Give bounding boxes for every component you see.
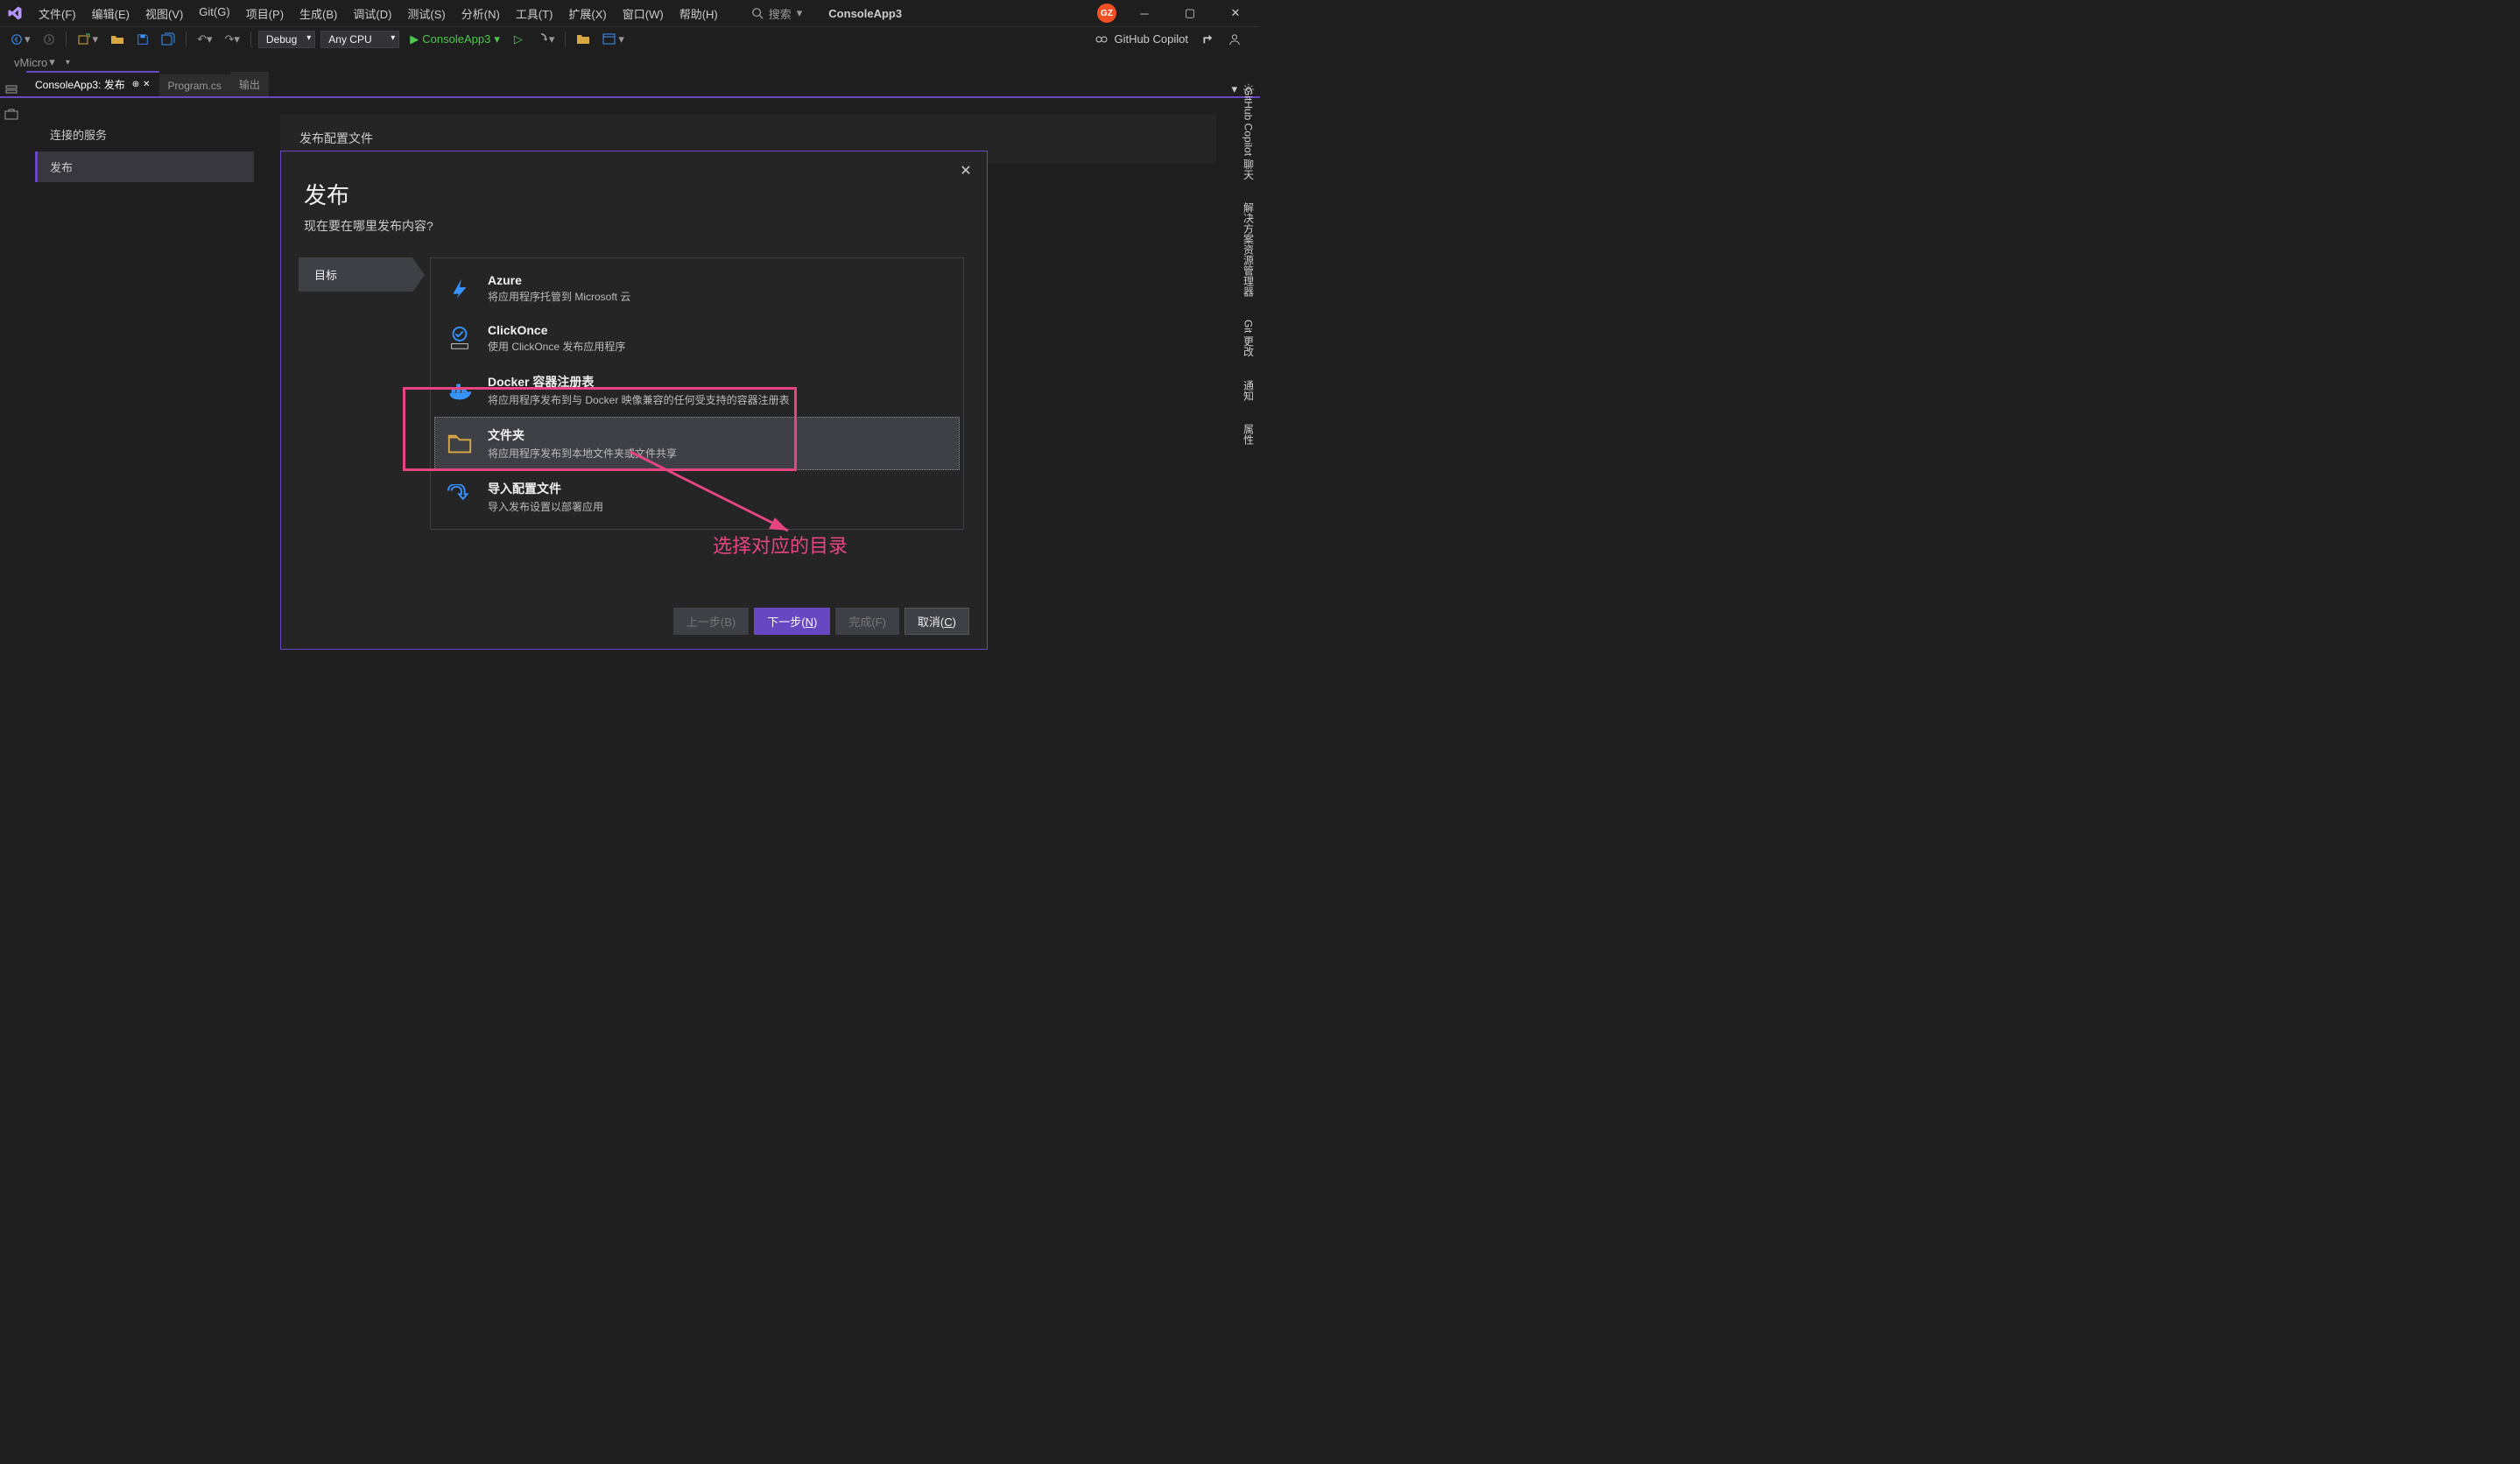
wizard-steps: 目标 — [299, 257, 430, 530]
vtab-copilot-chat[interactable]: GitHub Copilot 聊天 — [1240, 84, 1258, 183]
menu-project[interactable]: 项目(P) — [239, 2, 291, 25]
tab-output[interactable]: 输出 — [230, 72, 269, 96]
dialog-title: 发布 — [304, 178, 964, 210]
undo-button[interactable]: ↶▾ — [194, 31, 215, 48]
new-project-button[interactable]: ▾ — [74, 31, 102, 48]
menu-extensions[interactable]: 扩展(X) — [561, 2, 613, 25]
nav-forward-button[interactable] — [39, 32, 59, 47]
secondary-toolbar: vMicro ▾ ▾ — [0, 51, 1260, 74]
cancel-button[interactable]: 取消(C) — [905, 608, 969, 635]
redo-button[interactable]: ↷▾ — [221, 31, 243, 48]
close-button[interactable]: ✕ — [1218, 1, 1253, 25]
pin-icon[interactable]: ⊕ — [132, 80, 139, 89]
dialog-footer: 上一步(B) 下一步(N) 完成(F) 取消(C) — [673, 608, 969, 635]
left-tool-strip — [0, 75, 23, 121]
target-import[interactable]: 导入配置文件 导入发布设置以部署应用 — [434, 470, 960, 524]
hot-reload-button[interactable]: ▾ — [531, 31, 559, 48]
start-debug-button[interactable]: ▶ ConsoleApp3 ▾ — [405, 31, 505, 48]
menu-test[interactable]: 测试(S) — [400, 2, 452, 25]
menu-help[interactable]: 帮助(H) — [672, 2, 725, 25]
window-layout-button[interactable]: ▾ — [599, 31, 628, 48]
sidebar-publish[interactable]: 发布 — [35, 151, 254, 182]
copilot-button[interactable]: GitHub Copilot — [1095, 32, 1188, 46]
vmicro-menu[interactable]: vMicro ▾ — [11, 53, 59, 71]
publish-dialog: ✕ 发布 现在要在哪里发布内容? 目标 Azure 将应用程序托管到 Micro… — [280, 151, 988, 650]
file-browser-button[interactable] — [573, 31, 594, 48]
target-clickonce[interactable]: ClickOnce 使用 ClickOnce 发布应用程序 — [434, 313, 960, 363]
play-icon: ▶ — [410, 32, 419, 46]
main-content: 连接的服务 发布 发布配置文件 ✕ 发布 现在要在哪里发布内容? 目标 Azur… — [26, 102, 1234, 732]
folder-icon — [446, 430, 474, 458]
dialog-close-button[interactable]: ✕ — [955, 160, 976, 181]
menu-tools[interactable]: 工具(T) — [509, 2, 560, 25]
menu-view[interactable]: 视图(V) — [138, 2, 190, 25]
tab-publish[interactable]: ConsoleApp3: 发布 ⊕✕ — [26, 71, 159, 96]
maximize-button[interactable]: ▢ — [1172, 1, 1207, 25]
menu-git[interactable]: Git(G) — [192, 2, 236, 25]
minimize-button[interactable]: ─ — [1127, 1, 1162, 25]
copilot-icon — [1095, 32, 1109, 46]
nav-back-button[interactable]: ▾ — [7, 31, 34, 48]
close-tab-icon[interactable]: ✕ — [143, 80, 150, 89]
docker-icon — [446, 377, 474, 405]
prev-button: 上一步(B) — [673, 608, 749, 635]
right-tool-strip: GitHub Copilot 聊天 解决方案资源管理器 Git 更改 通知 属性 — [1237, 75, 1260, 448]
vtab-properties[interactable]: 属性 — [1240, 420, 1258, 448]
document-tabs: ConsoleApp3: 发布 ⊕✕ Program.cs 输出 ▾ — [0, 74, 1260, 98]
start-without-debug-button[interactable]: ▷ — [510, 31, 526, 48]
dialog-subtitle: 现在要在哪里发布内容? — [304, 217, 964, 235]
save-all-button[interactable] — [158, 31, 179, 48]
vtab-git-changes[interactable]: Git 更改 — [1240, 316, 1258, 361]
target-docker[interactable]: Docker 容器注册表 将应用程序发布到与 Docker 映像兼容的任何受支持… — [434, 363, 960, 417]
config-dropdown[interactable]: Debug — [258, 31, 315, 48]
target-folder[interactable]: 文件夹 将应用程序发布到本地文件夹或文件共享 — [434, 417, 960, 470]
menu-edit[interactable]: 编辑(E) — [85, 2, 137, 25]
main-menu: 文件(F) 编辑(E) 视图(V) Git(G) 项目(P) 生成(B) 调试(… — [32, 2, 725, 25]
menu-window[interactable]: 窗口(W) — [616, 2, 671, 25]
menu-file[interactable]: 文件(F) — [32, 2, 83, 25]
sidebar-connected-services[interactable]: 连接的服务 — [35, 119, 254, 150]
publish-targets: Azure 将应用程序托管到 Microsoft 云 ClickOnce 使用 … — [430, 257, 964, 530]
tab-program[interactable]: Program.cs — [159, 74, 230, 96]
account-button[interactable] — [1225, 32, 1244, 47]
finish-button: 完成(F) — [835, 608, 899, 635]
share-button[interactable] — [1197, 32, 1216, 47]
main-toolbar: ▾ ▾ ↶▾ ↷▾ Debug Any CPU ▶ ConsoleApp3 ▾ … — [0, 26, 1260, 51]
vs-logo-icon — [7, 5, 23, 21]
search-box[interactable]: 搜索▾ — [751, 5, 803, 22]
toolbox-icon[interactable] — [4, 107, 18, 121]
azure-icon — [446, 275, 474, 303]
vtab-notifications[interactable]: 通知 — [1240, 377, 1258, 405]
step-target[interactable]: 目标 — [299, 257, 412, 292]
run-target-label: ConsoleApp3 — [422, 32, 490, 46]
title-bar: 文件(F) 编辑(E) 视图(V) Git(G) 项目(P) 生成(B) 调试(… — [0, 0, 1260, 26]
platform-dropdown[interactable]: Any CPU — [320, 31, 399, 48]
clickonce-icon — [446, 325, 474, 353]
import-icon — [446, 483, 474, 511]
menu-build[interactable]: 生成(B) — [292, 2, 344, 25]
menu-debug[interactable]: 调试(D) — [346, 2, 398, 25]
search-label: 搜索 — [769, 5, 792, 22]
vmicro-overflow[interactable]: ▾ — [62, 56, 74, 69]
vtab-solution-explorer[interactable]: 解决方案资源管理器 — [1240, 199, 1258, 300]
app-title: ConsoleApp3 — [828, 7, 902, 20]
search-icon — [751, 7, 764, 19]
server-explorer-icon[interactable] — [4, 84, 18, 98]
menu-analyze[interactable]: 分析(N) — [454, 2, 507, 25]
publish-sidebar: 连接的服务 发布 — [26, 102, 263, 732]
user-avatar[interactable]: GZ — [1097, 4, 1116, 23]
save-button[interactable] — [133, 32, 152, 47]
open-button[interactable] — [107, 31, 128, 48]
publish-content: 发布配置文件 ✕ 发布 现在要在哪里发布内容? 目标 Azure 将应用程序托管… — [263, 102, 1234, 732]
target-azure[interactable]: Azure 将应用程序托管到 Microsoft 云 — [434, 264, 960, 313]
next-button[interactable]: 下一步(N) — [754, 608, 830, 635]
